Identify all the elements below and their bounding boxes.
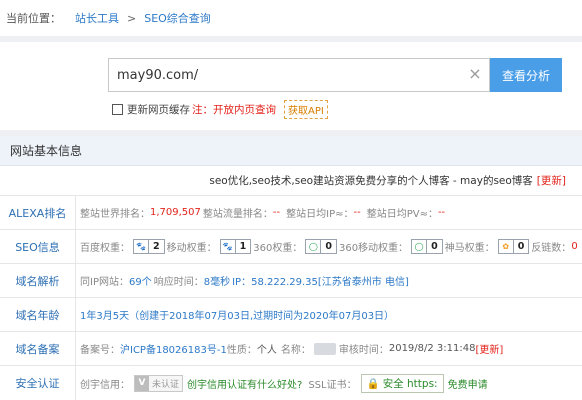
icp-no-label: 备案号： — [80, 345, 120, 356]
trust-benefit-link[interactable]: 创宇信用认证有什么好处? — [187, 376, 302, 391]
shenma-icon: ✿ — [498, 240, 513, 253]
site-info-panel: 网站基本信息 seo优化,seo技术,seo建站资源免费分享的个人博客 - ma… — [0, 136, 582, 400]
inner-page-note: 注：开放内页查询 — [192, 104, 276, 116]
search-input[interactable]: may90.com/ — [108, 58, 490, 92]
icp-nature-label: 性质： — [226, 345, 257, 356]
search-options: 更新网页缓存 注：开放内页查询 获取API — [112, 100, 328, 119]
ssl-https-button[interactable]: 🔒 安全 https: — [360, 373, 444, 393]
daily-ip-value: -- — [353, 207, 361, 218]
domain-age-row: 域名年龄 1年3月5天（创建于2018年07月03日,过期时间为2020年07月… — [0, 298, 582, 332]
world-rank-value: 1,709,507 — [150, 207, 201, 218]
shenma-weight-value: 0 — [512, 240, 529, 253]
icp-no-value[interactable]: 沪ICP备18026183号-1 — [120, 341, 227, 356]
ip-value[interactable]: 58.222.29.35[江苏省泰州市 电信] — [251, 273, 409, 288]
s360-weight-value: 0 — [320, 240, 336, 253]
baidu-paw-icon: 🐾 — [134, 240, 148, 253]
update-cache-label[interactable]: 更新网页缓存 — [127, 102, 190, 117]
site-info-header: 网站基本信息 — [0, 136, 582, 166]
ssl-free-apply-link[interactable]: 免费申请 — [448, 376, 488, 391]
security-content: 创宇信用： V 未认证 创宇信用认证有什么好处? SSL证书： 🔒 安全 htt… — [76, 373, 488, 393]
seo-content: 百度权重： 🐾 2 移动权重： 🐾 1 360权重： ◯ 0 360移动权重： … — [76, 239, 578, 254]
shenma-weight-badge[interactable]: ✿ 0 — [497, 239, 530, 254]
s360m-weight-label: 360移动权重： — [338, 243, 409, 254]
shenma-weight-label: 神马权重： — [444, 243, 495, 254]
world-rank-label: 整站世界排名： — [80, 209, 150, 220]
breadcrumb-link-webmaster-tools[interactable]: 站长工具 — [75, 10, 119, 26]
lock-icon: 🔒 — [366, 377, 380, 390]
s360-weight-badge[interactable]: ◯ 0 — [305, 239, 337, 254]
icp-owner-redacted — [313, 342, 336, 355]
security-row: 安全认证 创宇信用： V 未认证 创宇信用认证有什么好处? SSL证书： 🔒 安… — [0, 366, 582, 400]
s360-weight-label: 360权重： — [253, 243, 303, 254]
traffic-rank-label: 整站流量排名： — [202, 209, 273, 220]
domain-resolve-row: 域名解析 同IP网站： 69个 响应时间： 8毫秒 IP： 58.222.29.… — [0, 264, 582, 298]
same-ip-value[interactable]: 69个 — [129, 273, 152, 288]
breadcrumb-current[interactable]: SEO综合查询 — [144, 10, 211, 26]
icp-check-time: 2019/8/2 3:11:48 — [388, 343, 476, 354]
icp-nature-value: 个人 — [256, 345, 277, 356]
security-label[interactable]: 安全认证 — [0, 366, 76, 400]
s360m-weight-badge[interactable]: ◯ 0 — [411, 239, 443, 254]
backlink-label: 反链数： — [531, 243, 572, 254]
seo-label[interactable]: SEO信息 — [0, 230, 76, 263]
icp-label[interactable]: 域名备案 — [0, 332, 76, 365]
ssl-label: SSL证书： — [308, 379, 357, 391]
search-button[interactable]: 查看分析 — [490, 58, 562, 92]
traffic-rank-value: -- — [272, 207, 281, 218]
alexa-label[interactable]: ALEXA排名 — [0, 196, 76, 229]
backlink-value[interactable]: 0 — [571, 241, 577, 252]
icp-owner-label: 名称： — [280, 345, 311, 356]
ssl-https-text: 安全 https: — [382, 377, 438, 390]
360-icon: ◯ — [306, 240, 321, 253]
trust-badge-text: 未认证 — [152, 379, 180, 390]
daily-pv-value: -- — [437, 207, 446, 218]
search-input-value: may90.com/ — [117, 67, 199, 83]
icp-check-label: 审核时间： — [338, 345, 389, 356]
daily-ip-label: 整站日均IP≈： — [286, 209, 354, 220]
site-title-row: seo优化,seo技术,seo建站资源免费分享的个人博客 - may的seo博客… — [0, 166, 582, 196]
trust-badge[interactable]: V 未认证 — [134, 374, 184, 392]
get-api-button[interactable]: 获取API — [284, 100, 328, 119]
breadcrumb-lead: 当前位置： — [6, 12, 61, 25]
ip-label: IP： — [232, 277, 252, 288]
seo-row: SEO信息 百度权重： 🐾 2 移动权重： 🐾 1 360权重： ◯ 0 360… — [0, 230, 582, 264]
refresh-title-link[interactable]: [更新] — [537, 173, 566, 188]
update-cache-checkbox[interactable] — [112, 104, 123, 115]
daily-pv-label: 整站日均PV≈： — [366, 209, 438, 220]
response-time-label: 响应时间： — [153, 277, 204, 288]
mobile-weight-label: 移动权重： — [166, 243, 217, 254]
trust-v-icon: V — [135, 375, 149, 391]
same-ip-label: 同IP网站： — [80, 277, 129, 288]
breadcrumb-separator: > — [127, 11, 137, 25]
s360m-weight-value: 0 — [426, 240, 442, 253]
baidu-weight-value: 2 — [148, 240, 164, 253]
response-time-value: 8毫秒 — [203, 277, 231, 288]
mobile-weight-badge[interactable]: 🐾 1 — [219, 239, 252, 254]
trust-label: 创宇信用： — [80, 379, 130, 391]
baidu-mobile-icon: 🐾 — [220, 240, 235, 253]
breadcrumb: 当前位置： 站长工具 > SEO综合查询 — [0, 0, 582, 36]
360-mobile-icon: ◯ — [412, 240, 427, 253]
domain-age-label[interactable]: 域名年龄 — [0, 298, 76, 331]
alexa-row: ALEXA排名 整站世界排名： 1,709,507 整站流量排名： -- 整站日… — [0, 196, 582, 230]
domain-age-content: 1年3月5天（创建于2018年07月03日,过期时间为2020年07月03日） — [76, 307, 394, 322]
domain-resolve-content: 同IP网站： 69个 响应时间： 8毫秒 IP： 58.222.29.35[江苏… — [76, 273, 409, 288]
baidu-weight-label: 百度权重： — [80, 243, 130, 254]
icp-row: 域名备案 备案号： 沪ICP备18026183号-1 性质： 个人 名称： 审核… — [0, 332, 582, 366]
alexa-content: 整站世界排名： 1,709,507 整站流量排名： -- 整站日均IP≈： --… — [76, 205, 445, 220]
domain-resolve-label[interactable]: 域名解析 — [0, 264, 76, 297]
icp-refresh-link[interactable]: [更新] — [475, 341, 503, 356]
site-title: seo优化,seo技术,seo建站资源免费分享的个人博客 - may的seo博客 — [209, 175, 533, 187]
close-icon[interactable]: × — [466, 64, 484, 84]
icp-content: 备案号： 沪ICP备18026183号-1 性质： 个人 名称： 审核时间： 2… — [76, 341, 503, 356]
domain-age-value[interactable]: 1年3月5天（创建于2018年07月03日,过期时间为2020年07月03日） — [80, 307, 394, 322]
mobile-weight-value: 1 — [234, 240, 251, 253]
search-panel: may90.com/ × 查看分析 更新网页缓存 注：开放内页查询 获取API — [0, 42, 582, 130]
baidu-weight-badge[interactable]: 🐾 2 — [133, 239, 165, 254]
